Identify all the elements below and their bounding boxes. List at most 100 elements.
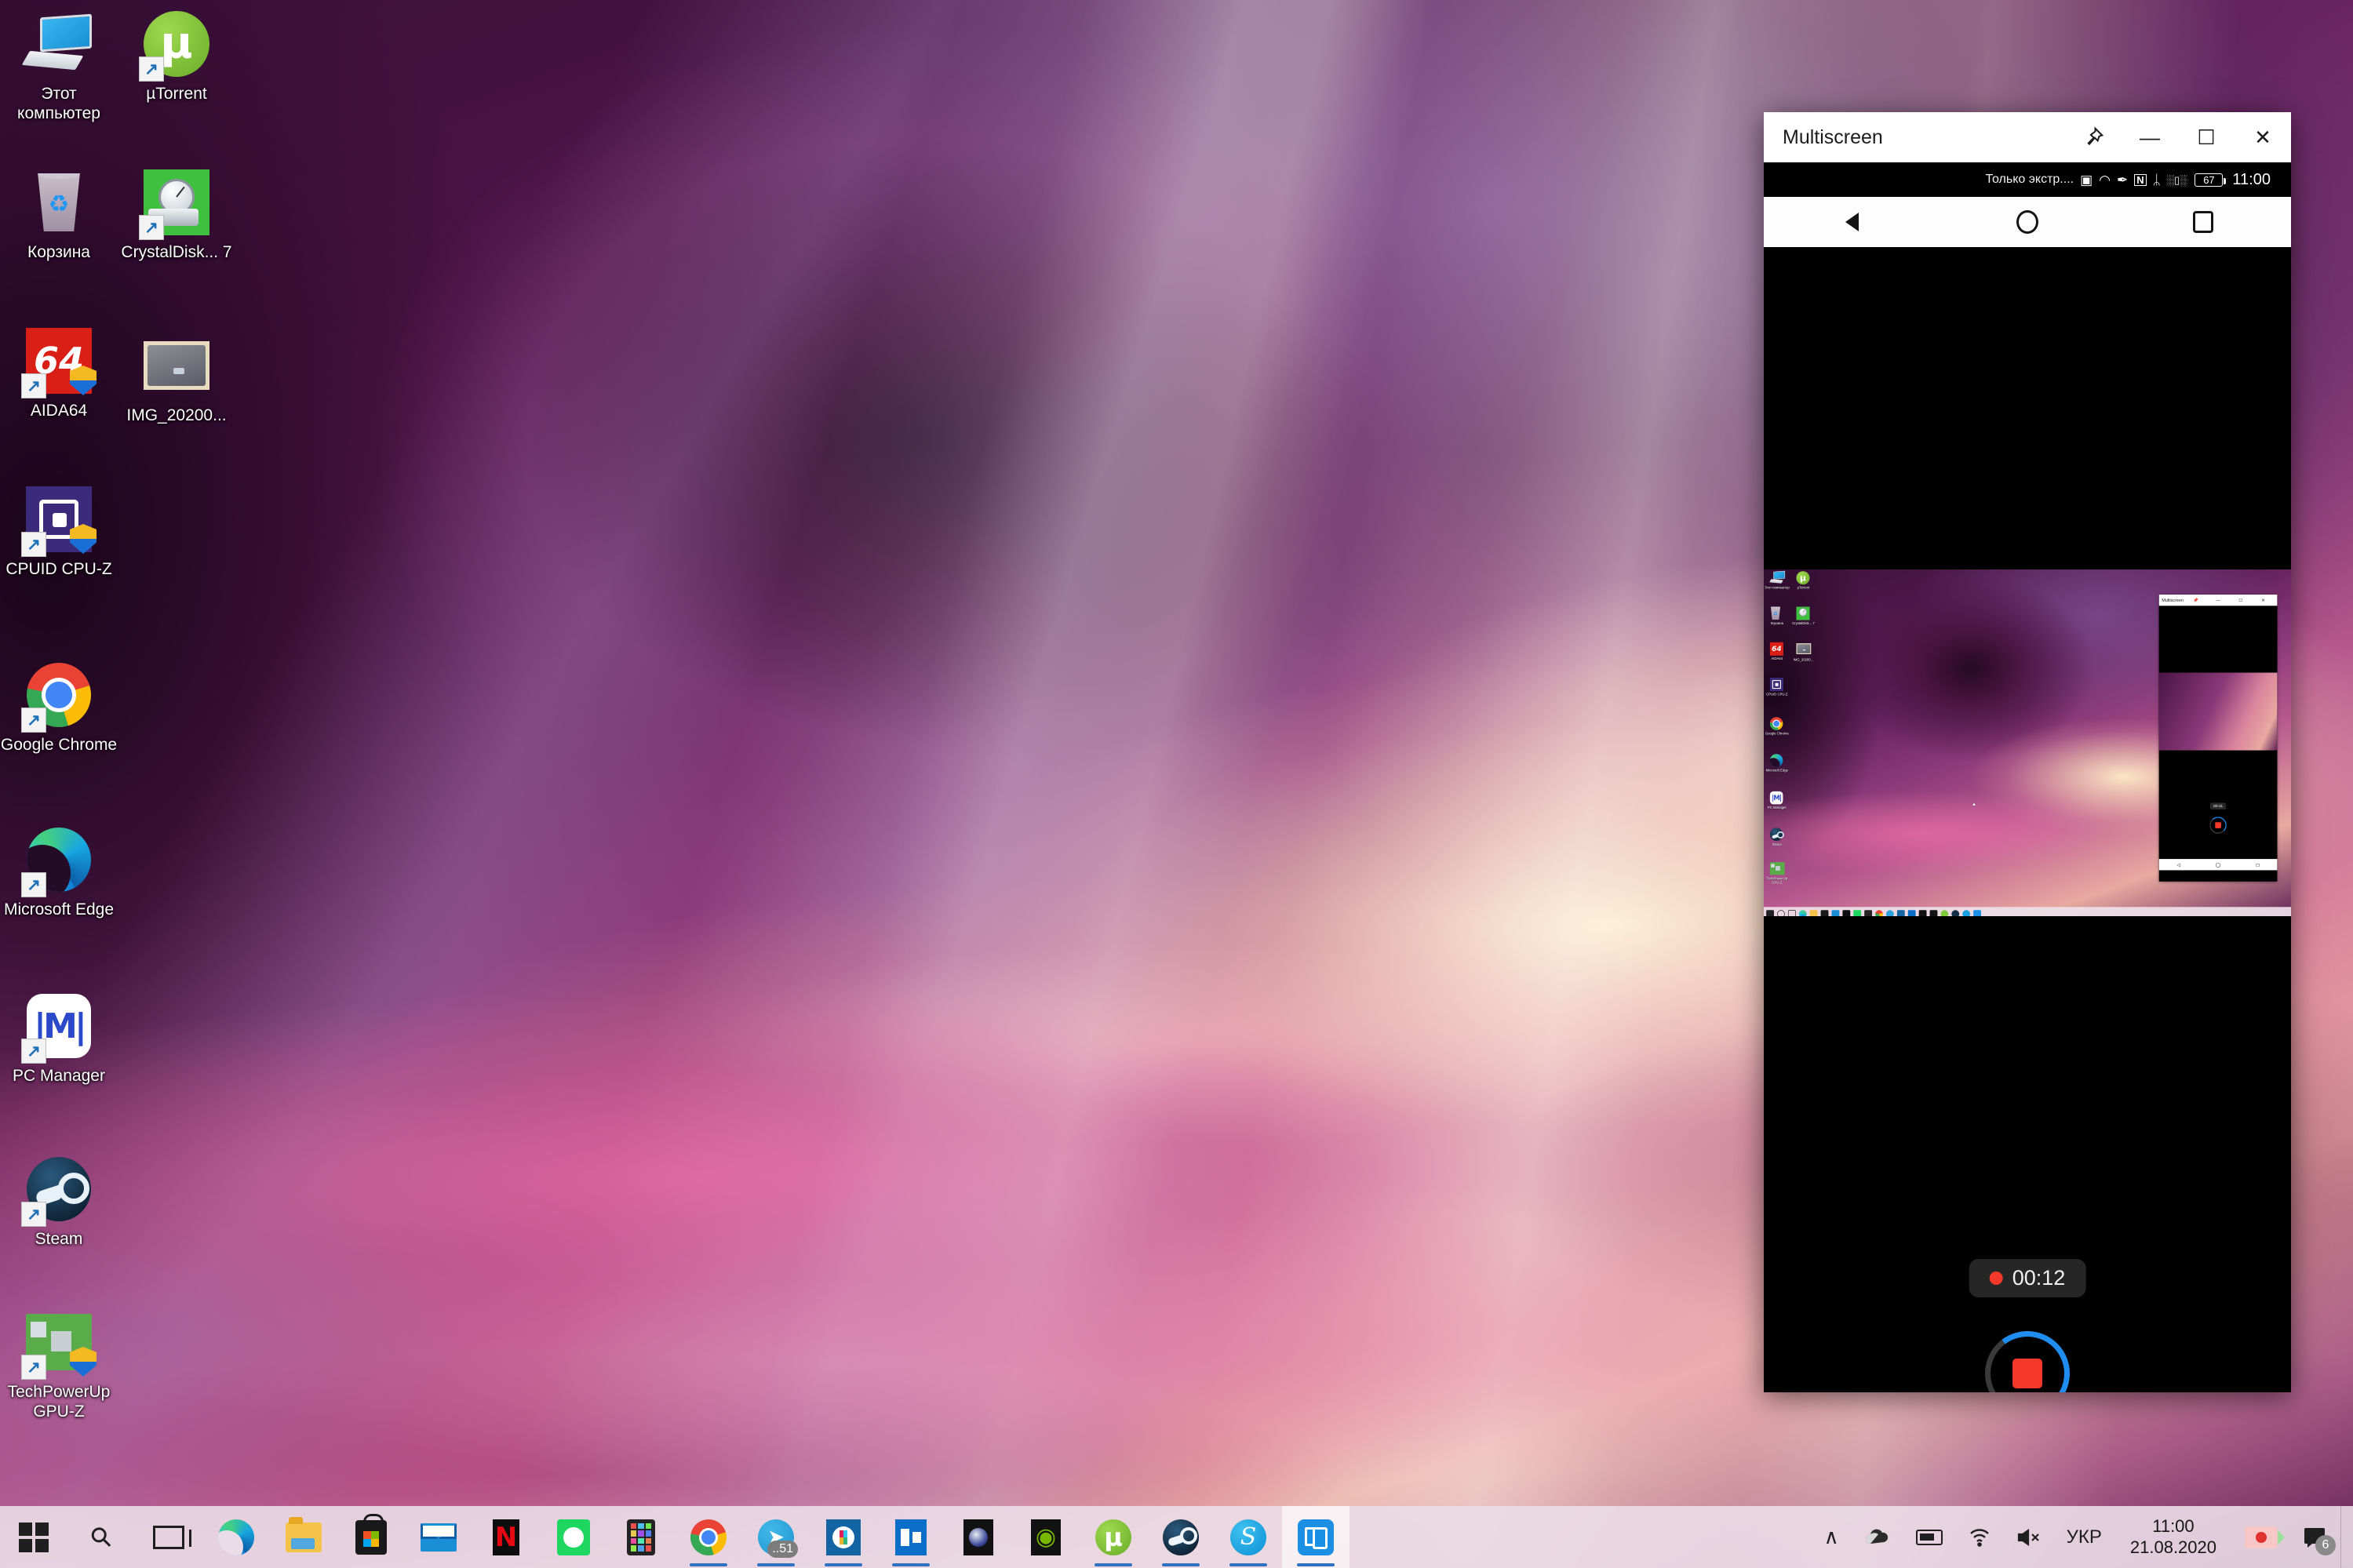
stop-square-icon bbox=[2012, 1359, 2042, 1388]
nvidia-icon: ◉ bbox=[1027, 1519, 1065, 1556]
desktop-icon-aida64[interactable]: 64 AIDA64 bbox=[0, 325, 118, 421]
color-app-button[interactable] bbox=[607, 1506, 675, 1568]
dark-app-button[interactable] bbox=[945, 1506, 1012, 1568]
chrome-icon bbox=[690, 1519, 727, 1556]
image-thumbnail-icon bbox=[1796, 643, 1812, 657]
pc-manager-icon: |M| bbox=[21, 990, 95, 1064]
notification-center-icon[interactable]: 6 bbox=[2290, 1506, 2340, 1568]
mirrored-desktop-icon: 64 AIDA64 bbox=[1764, 642, 1790, 661]
maximize-icon[interactable]: ☐ bbox=[2178, 112, 2235, 162]
chrome-button[interactable] bbox=[675, 1506, 742, 1568]
desktop-icon-recycle-bin[interactable]: Корзина bbox=[0, 166, 118, 263]
mirrored-desktop-region: Этот компьютер µ µTorrent Корзина Crysta… bbox=[1764, 569, 2291, 916]
desktop-icon-label: TechPowerUp GPU-Z bbox=[7, 1383, 111, 1421]
tray-date: 21.08.2020 bbox=[2129, 1537, 2216, 1557]
shortcut-overlay-icon bbox=[139, 56, 164, 82]
maximize-icon: ☐ bbox=[2238, 598, 2243, 603]
multiscreen-button[interactable] bbox=[1282, 1506, 1350, 1568]
recent-apps-square-icon: ◻ bbox=[2256, 861, 2260, 868]
pc-manager-icon: |M| bbox=[1769, 791, 1784, 806]
desktop-icon-image-file[interactable]: IMG_20200... bbox=[118, 329, 235, 426]
nfc-icon: N bbox=[2134, 173, 2147, 186]
chrome-icon bbox=[21, 659, 95, 733]
recent-apps-button[interactable] bbox=[2168, 197, 2238, 247]
android-nav-bar[interactable] bbox=[1764, 197, 2291, 247]
screen-recording-indicator[interactable] bbox=[2232, 1506, 2290, 1568]
file-explorer-button[interactable] bbox=[270, 1506, 337, 1568]
mirrored-desktop-icon: Этот компьютер bbox=[1764, 570, 1790, 590]
bluetooth-icon: ᛦ bbox=[2152, 172, 2161, 187]
mirrored-desktop-icon: Корзина bbox=[1764, 606, 1790, 626]
recycle-bin-icon bbox=[1770, 606, 1784, 621]
notification-count-badge: 6 bbox=[2315, 1535, 2336, 1555]
edge-button[interactable] bbox=[202, 1506, 270, 1568]
window-titlebar[interactable]: Multiscreen — ☐ ✕ bbox=[1764, 112, 2291, 162]
home-circle-icon bbox=[2016, 210, 2038, 234]
nested-recording-timer: 00:11 bbox=[2210, 802, 2227, 809]
spotify-icon bbox=[555, 1519, 592, 1556]
battery-icon[interactable] bbox=[1903, 1506, 1955, 1568]
gpuz-icon bbox=[21, 1306, 97, 1380]
wifi-icon: ◠ bbox=[2099, 172, 2111, 187]
desktop-icon-cpuz[interactable]: CPUID CPU-Z bbox=[0, 483, 118, 580]
minimize-icon[interactable]: — bbox=[2122, 112, 2178, 162]
search-button[interactable]: ⚲ bbox=[67, 1506, 135, 1568]
shortcut-overlay-icon bbox=[21, 1355, 46, 1380]
desktop-icon-label: Этот компьютер bbox=[17, 85, 100, 122]
windows-start-icon bbox=[15, 1519, 53, 1556]
start-button[interactable] bbox=[0, 1506, 67, 1568]
windows-taskbar[interactable]: ⚲ N ➤ ..51 ◉ µ S ∧ УКР 11:00 21.08.2020 … bbox=[0, 1506, 2353, 1568]
task-view-button[interactable] bbox=[135, 1506, 202, 1568]
stylus-pen-icon: ✒ bbox=[2117, 172, 2129, 187]
show-hidden-icons-chevron[interactable]: ∧ bbox=[1812, 1506, 1852, 1568]
close-icon[interactable]: ✕ bbox=[2235, 112, 2291, 162]
mail-button[interactable] bbox=[405, 1506, 472, 1568]
pin-icon[interactable] bbox=[2065, 112, 2122, 162]
spotify-button[interactable] bbox=[540, 1506, 607, 1568]
volume-muted-icon[interactable] bbox=[2004, 1506, 2054, 1568]
phone-mirror-screen[interactable]: Только экстр.... ▣ ◠ ✒ N ᛦ ░▯░ 67 11:00 … bbox=[1764, 162, 2291, 1392]
home-circle-icon: ◯ bbox=[2215, 861, 2221, 868]
tray-time: 11:00 bbox=[2152, 1515, 2195, 1536]
multiscreen-icon bbox=[1297, 1519, 1335, 1556]
utorrent-button[interactable]: µ bbox=[1080, 1506, 1147, 1568]
desktop-icon-crystaldiskmark[interactable]: CrystalDisk... 7 bbox=[118, 166, 235, 263]
home-button[interactable] bbox=[1992, 197, 2063, 247]
multiscreen-window[interactable]: Multiscreen — ☐ ✕ Только экстр.... ▣ ◠ ✒… bbox=[1764, 112, 2291, 1392]
clock-and-date[interactable]: 11:00 21.08.2020 bbox=[2114, 1506, 2232, 1568]
skype-button[interactable]: S bbox=[1215, 1506, 1282, 1568]
desktop-icon-gpuz[interactable]: TechPowerUp GPU-Z bbox=[0, 1306, 118, 1422]
back-button[interactable] bbox=[1816, 197, 1887, 247]
chrome-icon bbox=[1769, 717, 1784, 731]
shortcut-overlay-icon bbox=[21, 532, 46, 557]
slack-button[interactable] bbox=[810, 1506, 877, 1568]
taskbar-pinned-items: ⚲ N ➤ ..51 ◉ µ S bbox=[0, 1506, 1350, 1568]
nvidia-button[interactable]: ◉ bbox=[1012, 1506, 1080, 1568]
desktop-icon-label: AIDA64 bbox=[30, 402, 88, 420]
microsoft-store-button[interactable] bbox=[337, 1506, 405, 1568]
desktop-icon-this-pc[interactable]: Этот компьютер bbox=[0, 8, 118, 124]
phone-clock: 11:00 bbox=[2232, 170, 2271, 188]
desktop-icon-chrome[interactable]: Google Chrome bbox=[0, 659, 118, 755]
utorrent-icon: µ bbox=[139, 8, 213, 82]
onedrive-cloud-icon[interactable] bbox=[1852, 1506, 1903, 1568]
steam-button[interactable] bbox=[1147, 1506, 1215, 1568]
wifi-network-icon[interactable] bbox=[1955, 1506, 2004, 1568]
show-desktop-button[interactable] bbox=[2340, 1506, 2348, 1568]
stop-recording-button[interactable] bbox=[1985, 1331, 2070, 1392]
crystaldiskmark-icon bbox=[1796, 606, 1810, 621]
shortcut-overlay-icon bbox=[21, 708, 46, 733]
mirrored-desktop-icon: µ µTorrent bbox=[1790, 571, 1817, 590]
trello-button[interactable] bbox=[877, 1506, 945, 1568]
desktop-icon-steam[interactable]: Steam bbox=[0, 1153, 118, 1250]
desktop-icon-edge[interactable]: Microsoft Edge bbox=[0, 824, 118, 920]
netflix-button[interactable]: N bbox=[472, 1506, 540, 1568]
steam-icon bbox=[1769, 828, 1784, 842]
desktop-icon-pc-manager[interactable]: |M| PC Manager bbox=[0, 990, 118, 1086]
language-indicator[interactable]: УКР bbox=[2054, 1506, 2114, 1568]
desktop-icon-utorrent[interactable]: µ µTorrent bbox=[118, 8, 235, 104]
desktop-icon-label: PC Manager bbox=[13, 1067, 105, 1085]
telegram-button[interactable]: ➤ ..51 bbox=[742, 1506, 810, 1568]
utorrent-icon: µ bbox=[1796, 571, 1810, 585]
mirrored-desktop-icon: TechPowerUp GPU-Z bbox=[1764, 862, 1790, 885]
